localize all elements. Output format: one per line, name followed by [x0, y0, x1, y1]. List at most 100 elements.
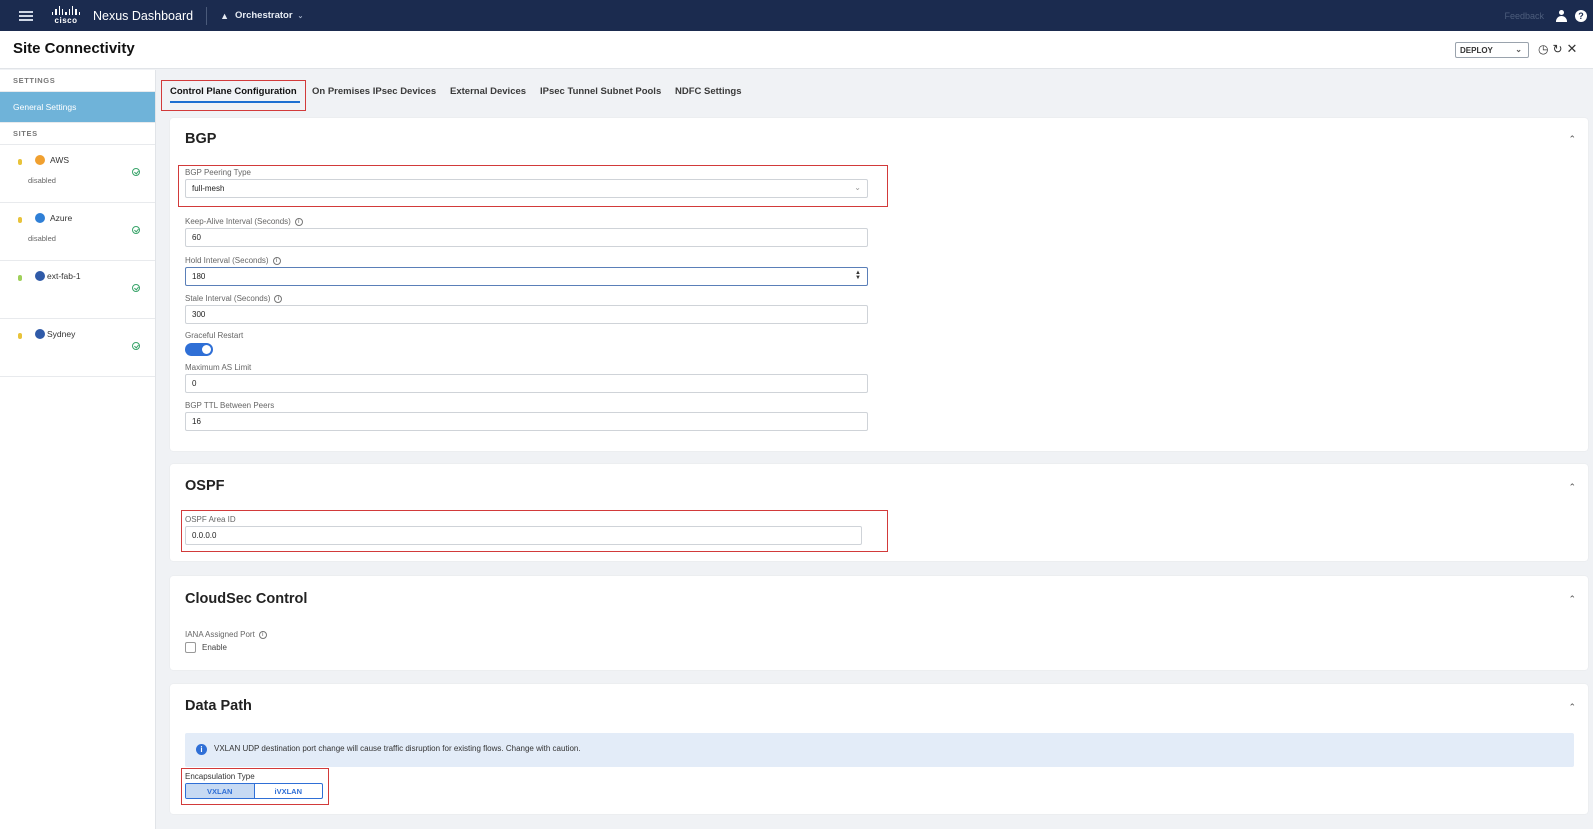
cisco-logo: cisco [51, 5, 81, 27]
app-name: Nexus Dashboard [93, 8, 194, 23]
page-title: Site Connectivity [13, 40, 135, 57]
check-circle-icon [132, 342, 140, 350]
orchestrator-selector[interactable]: ▲ Orchestrator ⌄ [220, 10, 303, 21]
deploy-label: DEPLOY [1460, 45, 1493, 55]
location-pin-icon [18, 159, 22, 165]
maximum-as-limit-input[interactable]: 0 [185, 374, 868, 393]
info-icon[interactable]: i [258, 630, 267, 639]
bgp-section: BGP ⌃ BGP Peering Type full-mesh ⌄ Keep-… [170, 118, 1588, 451]
help-icon[interactable]: ? [1575, 9, 1587, 22]
close-icon[interactable]: ✕ [1567, 42, 1578, 56]
site-status: disabled [28, 234, 56, 243]
site-name: AWS [50, 155, 70, 165]
stale-interval-input[interactable]: 300 [185, 305, 868, 324]
check-circle-icon [132, 226, 140, 234]
ospf-area-id-input[interactable]: 0.0.0.0 [185, 526, 862, 545]
page-header: Site Connectivity DEPLOY ⌄ ◷ ↻ ✕ [0, 31, 1593, 69]
settings-heading: SETTINGS [0, 70, 155, 92]
deploy-dropdown[interactable]: DEPLOY ⌄ [1455, 42, 1529, 58]
person-pin-icon: ▲ [220, 10, 229, 21]
cisco-wordmark: cisco [54, 16, 78, 25]
field-label: Keep-Alive Interval (Seconds) i [185, 217, 303, 226]
sidebar: SETTINGS General Settings SITES AWS disa… [0, 70, 156, 829]
chevron-down-icon: ⌄ [297, 12, 304, 20]
history-icon[interactable]: ◷ [1538, 42, 1548, 56]
section-title: CloudSec Control [185, 591, 308, 607]
azure-logo-icon [35, 213, 45, 223]
bgp-ttl-input[interactable]: 16 [185, 412, 868, 431]
sidebar-item-site-aws[interactable]: AWS disabled [0, 145, 155, 203]
field-label: BGP TTL Between Peers [185, 401, 275, 410]
info-icon[interactable]: i [274, 294, 283, 303]
collapse-icon[interactable]: ⌃ [1568, 134, 1576, 145]
bgp-peering-type-select[interactable]: full-mesh ⌄ [185, 179, 868, 198]
divider [206, 6, 208, 25]
chevron-down-icon: ⌄ [1515, 45, 1522, 54]
active-tab-indicator [170, 101, 300, 103]
warning-banner: i VXLAN UDP destination port change will… [185, 733, 1574, 767]
sidebar-item-site-ext-fab-1[interactable]: ext-fab-1 [0, 261, 155, 319]
data-path-section: Data Path ⌃ i VXLAN UDP destination port… [170, 684, 1588, 814]
section-title: BGP [185, 131, 217, 147]
encapsulation-type-toggle: VXLAN iVXLAN [185, 783, 323, 799]
hold-interval-input[interactable]: 180 ▲ ▼ [185, 267, 868, 286]
sidebar-item-site-sydney[interactable]: Sydney [0, 319, 155, 377]
field-label: IANA Assigned Port i [185, 630, 267, 639]
site-name: Sydney [47, 329, 76, 339]
top-navigation-bar: cisco Nexus Dashboard ▲ Orchestrator ⌄ F… [0, 0, 1593, 31]
keepalive-interval-input[interactable]: 60 [185, 228, 868, 247]
topbar-actions: Feedback ? [1504, 0, 1587, 31]
cloudsec-section: CloudSec Control ⌃ IANA Assigned Port i E… [170, 576, 1588, 670]
field-label: Maximum AS Limit [185, 363, 252, 372]
site-name: Azure [50, 213, 73, 223]
orchestrator-label: Orchestrator [234, 10, 293, 21]
tab-on-premises-ipsec-devices[interactable]: On Premises IPsec Devices [312, 86, 436, 97]
field-label: BGP Peering Type [185, 168, 251, 177]
check-circle-icon [132, 168, 140, 176]
cloudsec-enable-checkbox[interactable] [185, 642, 196, 653]
location-pin-icon [18, 217, 22, 223]
site-name: ext-fab-1 [47, 271, 81, 281]
field-label: Stale Interval (Seconds) i [185, 294, 283, 303]
feedback-link[interactable]: Feedback [1504, 11, 1544, 21]
check-circle-icon [132, 284, 140, 292]
banner-text: VXLAN UDP destination port change will c… [214, 744, 581, 753]
aci-site-icon [35, 271, 45, 281]
aws-logo-icon [35, 155, 45, 165]
field-label: Encapsulation Type [185, 772, 255, 781]
tab-ndfc-settings[interactable]: NDFC Settings [675, 86, 742, 97]
chevron-down-icon: ⌄ [854, 183, 861, 192]
encap-option-vxlan[interactable]: VXLAN [186, 784, 255, 798]
tab-external-devices[interactable]: External Devices [450, 86, 526, 97]
site-status: disabled [28, 176, 56, 185]
sidebar-item-site-azure[interactable]: Azure disabled [0, 203, 155, 261]
input-value: 180 [192, 272, 206, 281]
field-label: OSPF Area ID [185, 515, 236, 524]
select-value: full-mesh [192, 184, 225, 193]
refresh-icon[interactable]: ↻ [1552, 42, 1562, 56]
tab-control-plane-configuration[interactable]: Control Plane Configuration [170, 86, 297, 97]
collapse-icon[interactable]: ⌃ [1568, 702, 1576, 713]
sites-heading: SITES [0, 123, 155, 145]
collapse-icon[interactable]: ⌃ [1568, 594, 1576, 605]
info-icon: i [196, 744, 207, 755]
stepper-icon[interactable]: ▲ ▼ [855, 270, 861, 281]
header-actions: ◷ ↻ ✕ [1538, 42, 1578, 57]
info-icon[interactable]: i [272, 256, 281, 265]
field-label: Graceful Restart [185, 331, 244, 340]
section-title: OSPF [185, 478, 225, 494]
checkbox-label: Enable [202, 643, 227, 652]
encap-option-ivxlan[interactable]: iVXLAN [255, 784, 323, 798]
collapse-icon[interactable]: ⌃ [1568, 482, 1576, 493]
sidebar-item-general-settings[interactable]: General Settings [0, 92, 155, 123]
ospf-section: OSPF ⌃ OSPF Area ID 0.0.0.0 [170, 464, 1588, 561]
info-icon[interactable]: i [294, 217, 303, 226]
aci-site-icon [35, 329, 45, 339]
menu-icon[interactable] [19, 10, 33, 21]
graceful-restart-toggle[interactable] [185, 343, 213, 356]
field-label: Hold Interval (Seconds) i [185, 256, 281, 265]
tab-ipsec-tunnel-subnet-pools[interactable]: IPsec Tunnel Subnet Pools [540, 86, 661, 97]
user-icon[interactable] [1556, 9, 1567, 22]
location-pin-icon [18, 333, 22, 339]
location-pin-icon [18, 275, 22, 281]
